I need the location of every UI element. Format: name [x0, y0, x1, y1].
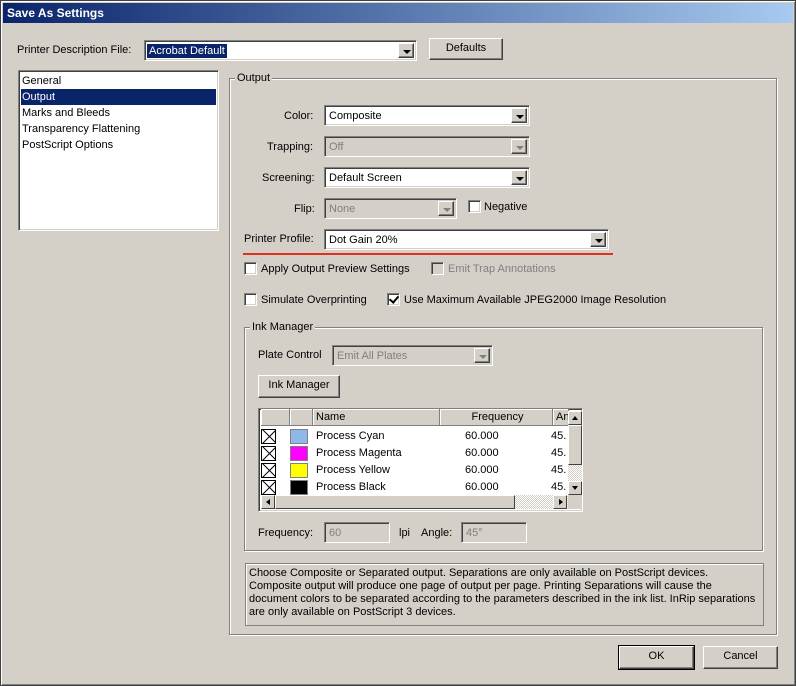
screening-value: Default Screen	[329, 172, 402, 184]
scroll-right-arrow-icon[interactable]	[553, 495, 567, 509]
use-max-jpeg2000-label: Use Maximum Available JPEG2000 Image Res…	[404, 294, 667, 306]
trapping-select[interactable]: Off	[324, 136, 530, 157]
ink-table: Name Frequency An Process Cyan 60.000 45…	[258, 408, 583, 512]
ink-manager-button[interactable]: Ink Manager	[258, 375, 340, 398]
trapping-label: Trapping:	[267, 141, 314, 153]
apply-output-preview-label: Apply Output Preview Settings	[261, 263, 410, 275]
color-value: Composite	[329, 110, 382, 122]
ink-angle: 45.	[551, 447, 567, 459]
sidebar-item-marks-and-bleeds[interactable]: Marks and Bleeds	[21, 105, 216, 121]
cancel-button[interactable]: Cancel	[703, 646, 778, 669]
use-max-jpeg2000-checkbox[interactable]	[387, 293, 400, 306]
simulate-overprinting-label: Simulate Overprinting	[261, 294, 367, 306]
ink-name: Process Cyan	[316, 430, 385, 442]
printer-profile-dropdown-arrow-icon[interactable]	[590, 232, 606, 247]
flip-label: Flip:	[294, 203, 315, 215]
plate-control-label: Plate Control	[258, 349, 322, 361]
description-panel: Choose Composite or Separated output. Se…	[245, 563, 764, 626]
ink-table-vscroll-thumb[interactable]	[568, 425, 582, 465]
category-list: General Output Marks and Bleeds Transpar…	[18, 70, 219, 231]
frequency-unit: lpi	[399, 527, 411, 539]
color-label: Color:	[284, 110, 314, 122]
simulate-overprinting-checkbox[interactable]	[244, 293, 257, 306]
flip-dropdown-arrow-icon[interactable]	[438, 201, 454, 216]
ink-frequency: 60.000	[465, 430, 499, 442]
flip-value: None	[329, 203, 356, 215]
apply-output-preview-checkbox[interactable]	[244, 262, 257, 275]
ink-row[interactable]: Process Cyan 60.000 45.	[259, 428, 569, 445]
sidebar-item-postscript-options[interactable]: PostScript Options	[21, 137, 216, 153]
ink-swatch	[290, 446, 308, 461]
ink-frequency: 60.000	[465, 464, 499, 476]
print-plate-x-icon[interactable]	[261, 463, 276, 478]
screening-dropdown-arrow-icon[interactable]	[511, 170, 527, 185]
ink-manager-group-title: Ink Manager	[250, 321, 316, 333]
screening-select[interactable]: Default Screen	[324, 167, 530, 188]
angle-input[interactable]: 45°	[461, 522, 527, 543]
scroll-corner	[568, 495, 582, 509]
frequency-label: Frequency:	[258, 527, 314, 539]
ink-col-header-swatch	[290, 409, 313, 426]
save-as-settings-dialog: Save As Settings Printer Description Fil…	[0, 0, 796, 686]
plate-control-select[interactable]: Emit All Plates	[332, 345, 493, 366]
plate-control-value: Emit All Plates	[337, 350, 408, 362]
ok-button[interactable]: OK	[618, 645, 695, 670]
negative-checkbox[interactable]	[468, 200, 481, 213]
scroll-down-arrow-icon[interactable]	[568, 481, 582, 495]
printer-profile-label: Printer Profile:	[244, 233, 314, 245]
output-group-title: Output	[235, 72, 273, 84]
print-plate-x-icon[interactable]	[261, 429, 276, 444]
print-plate-x-icon[interactable]	[261, 446, 276, 461]
ink-row[interactable]: Process Magenta 60.000 45.	[259, 445, 569, 462]
ink-row[interactable]: Process Yellow 60.000 45.	[259, 462, 569, 479]
negative-label: Negative	[484, 201, 528, 213]
sidebar-item-output[interactable]: Output	[21, 89, 216, 105]
print-plate-x-icon[interactable]	[261, 480, 276, 495]
ink-table-hscroll-thumb[interactable]	[275, 495, 515, 509]
printer-profile-select[interactable]: Dot Gain 20%	[324, 229, 609, 250]
screening-label: Screening:	[262, 172, 315, 184]
sidebar-item-transparency-flattening[interactable]: Transparency Flattening	[21, 121, 216, 137]
ink-row[interactable]: Process Black 60.000 45.	[259, 479, 569, 496]
ink-angle: 45.	[551, 430, 567, 442]
ppd-dropdown-arrow-icon[interactable]	[398, 43, 414, 58]
ink-name: Process Black	[316, 481, 386, 493]
color-dropdown-arrow-icon[interactable]	[511, 108, 527, 123]
plate-control-dropdown-arrow-icon[interactable]	[474, 348, 490, 363]
flip-select[interactable]: None	[324, 198, 457, 219]
window-title: Save As Settings	[7, 6, 104, 20]
frequency-value: 60	[329, 527, 342, 539]
ink-col-header-name[interactable]: Name	[313, 409, 440, 426]
sidebar-item-general[interactable]: General	[21, 73, 216, 89]
title-bar: Save As Settings	[3, 3, 793, 23]
ink-name: Process Magenta	[316, 447, 402, 459]
printer-profile-value: Dot Gain 20%	[329, 234, 398, 246]
scroll-up-arrow-icon[interactable]	[568, 411, 582, 425]
printer-profile-underline	[243, 253, 613, 255]
ink-angle: 45.	[551, 481, 567, 493]
color-select[interactable]: Composite	[324, 105, 530, 126]
ink-col-header-angle[interactable]: An	[553, 409, 569, 426]
defaults-button[interactable]: Defaults	[429, 38, 503, 60]
ink-swatch	[290, 480, 308, 495]
angle-label: Angle:	[421, 527, 453, 539]
ink-angle: 45.	[551, 464, 567, 476]
angle-value: 45°	[466, 527, 483, 539]
trapping-value: Off	[329, 141, 344, 153]
ppd-value: Acrobat Default	[147, 44, 227, 58]
ppd-label: Printer Description File:	[17, 44, 132, 56]
ink-frequency: 60.000	[465, 447, 499, 459]
trapping-dropdown-arrow-icon[interactable]	[511, 139, 527, 154]
ink-name: Process Yellow	[316, 464, 390, 476]
ink-frequency: 60.000	[465, 481, 499, 493]
scroll-left-arrow-icon[interactable]	[261, 495, 275, 509]
ink-col-header-frequency[interactable]: Frequency	[440, 409, 553, 426]
ink-col-header-print	[261, 409, 290, 426]
emit-trap-annotations-checkbox[interactable]	[431, 262, 444, 275]
ink-swatch	[290, 429, 308, 444]
emit-trap-annotations-label: Emit Trap Annotations	[448, 263, 556, 275]
ppd-select[interactable]: Acrobat Default	[144, 40, 417, 61]
frequency-input[interactable]: 60	[324, 522, 390, 543]
ink-swatch	[290, 463, 308, 478]
